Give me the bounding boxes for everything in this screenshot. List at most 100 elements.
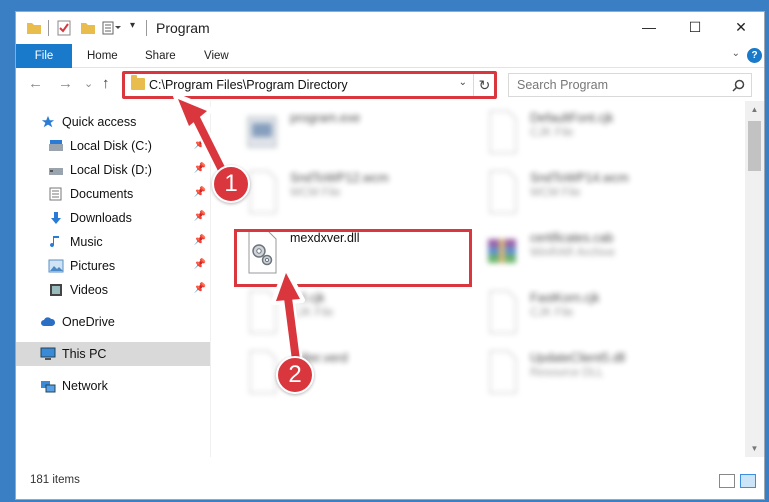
file-name: program.exe <box>290 111 361 125</box>
details-view-icon[interactable] <box>719 474 735 488</box>
sidebar-item-local-disk-d[interactable]: Local Disk (D:) 📌 <box>16 158 210 182</box>
pin-icon[interactable]: 📌 <box>194 139 206 150</box>
file-type: CJK File <box>530 307 574 319</box>
pin-icon[interactable]: 📌 <box>194 211 206 222</box>
properties-icon[interactable] <box>56 20 72 36</box>
search-box[interactable]: Search Program <box>508 73 752 97</box>
tab-view[interactable]: View <box>204 44 229 68</box>
title-bar: ▾ Program — ☐ ✕ <box>16 12 764 44</box>
sidebar-item-label: Music <box>70 235 103 249</box>
pin-icon[interactable]: 📌 <box>194 259 206 270</box>
address-highlight-box <box>122 71 497 99</box>
pin-icon[interactable]: 📌 <box>194 187 206 198</box>
folder-icon <box>27 23 41 34</box>
file-type: WinRAR Archive <box>530 247 615 259</box>
pin-icon[interactable]: 📌 <box>194 235 206 246</box>
pane-divider[interactable] <box>210 101 211 457</box>
sidebar-item-this-pc[interactable]: This PC <box>16 342 210 366</box>
video-icon <box>50 284 62 296</box>
file-name: FastKorn.cjk <box>530 291 600 305</box>
sidebar-item-label: Documents <box>70 187 134 201</box>
generic-file-icon <box>489 170 517 214</box>
documents-icon <box>49 187 62 201</box>
help-icon[interactable]: ? <box>747 48 762 63</box>
generic-file-icon <box>489 350 517 394</box>
sidebar-item-label: Local Disk (D:) <box>70 163 152 177</box>
search-placeholder: Search Program <box>517 78 609 92</box>
tab-share[interactable]: Share <box>145 44 176 68</box>
new-folder-icon[interactable] <box>80 20 96 36</box>
sidebar-item-music[interactable]: Music 📌 <box>16 230 210 254</box>
minimize-button[interactable]: — <box>626 12 672 42</box>
sidebar-item-onedrive[interactable]: OneDrive <box>16 310 210 334</box>
file-item[interactable]: ...ll.cjk CJK File <box>236 285 476 341</box>
ribbon-tabs: File Home Share View ⌄ ? <box>16 44 764 68</box>
file-item[interactable]: SndToWP12.wcm WCM File <box>236 165 476 221</box>
customize-toolbar-icon[interactable]: ▾ <box>130 20 135 31</box>
back-button[interactable]: ← <box>28 75 43 92</box>
generic-file-icon <box>489 290 517 334</box>
file-name: SndToWP14.wcm <box>530 171 629 185</box>
scroll-thumb[interactable] <box>748 121 761 171</box>
file-type: Resource DLL <box>530 367 604 379</box>
maximize-button[interactable]: ☐ <box>672 12 718 42</box>
pictures-icon <box>48 259 64 273</box>
sidebar-item-quick-access[interactable]: Quick access <box>16 110 210 134</box>
sidebar-item-label: Network <box>62 379 108 393</box>
sidebar-item-label: This PC <box>62 347 107 361</box>
up-button[interactable]: ↑ <box>102 75 110 92</box>
drive-icon <box>49 140 63 151</box>
generic-file-icon <box>249 290 277 334</box>
close-button[interactable]: ✕ <box>718 12 764 42</box>
title-separator <box>146 20 147 36</box>
tiles-view-icon[interactable] <box>740 474 756 488</box>
sidebar-item-documents[interactable]: Documents 📌 <box>16 182 210 206</box>
sidebar-item-label: Local Disk (C:) <box>70 139 152 153</box>
winrar-icon <box>488 239 516 263</box>
file-name: UpdateClient5.dll <box>530 351 626 365</box>
expand-ribbon-icon[interactable]: ⌄ <box>732 48 740 59</box>
file-item[interactable]: FastKorn.cjk CJK File <box>476 285 716 341</box>
file-item[interactable]: DefaultFont.cjk CJK File <box>476 105 716 161</box>
vertical-scrollbar[interactable]: ▲ ▼ <box>745 101 764 457</box>
exe-icon <box>247 116 277 148</box>
network-icon <box>41 381 56 393</box>
step-badge-2: 2 <box>276 356 314 394</box>
star-icon <box>41 115 55 128</box>
recent-locations-button[interactable]: ⌄ <box>84 77 93 90</box>
file-item[interactable]: program.exe <box>236 105 476 161</box>
sidebar-item-network[interactable]: Network <box>16 374 210 398</box>
forward-button[interactable]: → <box>58 75 73 92</box>
view-options-icon[interactable] <box>102 20 122 36</box>
scroll-down-icon[interactable]: ▼ <box>745 440 764 457</box>
pin-icon[interactable]: 📌 <box>194 283 206 294</box>
file-type: WCM File <box>530 187 581 199</box>
file-type: WCM File <box>290 187 341 199</box>
tab-home[interactable]: Home <box>87 44 118 68</box>
item-count: 181 items <box>30 474 80 486</box>
file-item[interactable]: certificates.cab WinRAR Archive <box>476 225 716 281</box>
scroll-up-icon[interactable]: ▲ <box>745 101 764 118</box>
computer-icon <box>40 347 56 360</box>
sidebar-item-pictures[interactable]: Pictures 📌 <box>16 254 210 278</box>
sidebar-item-videos[interactable]: Videos 📌 <box>16 278 210 302</box>
step-badge-1: 1 <box>212 165 250 203</box>
file-highlight-box <box>234 229 472 287</box>
sidebar-item-local-disk-c[interactable]: Local Disk (C:) 📌 <box>16 134 210 158</box>
file-type: CJK File <box>530 127 574 139</box>
navigation-bar: ← → ⌄ ↑ C:\Program Files\Program Directo… <box>16 69 764 101</box>
file-item[interactable]: ...ilter.verd ...ile <box>236 345 476 401</box>
sidebar-item-label: Pictures <box>70 259 116 273</box>
pin-icon[interactable]: 📌 <box>194 163 206 174</box>
window-title: Program <box>156 20 210 36</box>
file-item[interactable]: UpdateClient5.dll Resource DLL <box>476 345 716 401</box>
tab-file[interactable]: File <box>16 44 72 68</box>
cloud-icon <box>41 317 56 326</box>
title-separator <box>48 20 49 36</box>
file-item[interactable]: SndToWP14.wcm WCM File <box>476 165 716 221</box>
sidebar-item-downloads[interactable]: Downloads 📌 <box>16 206 210 230</box>
sidebar-item-label: Quick access <box>62 115 137 129</box>
search-icon[interactable] <box>732 79 745 92</box>
file-name: ...ll.cjk <box>290 291 325 305</box>
sidebar-item-label: Downloads <box>70 211 132 225</box>
